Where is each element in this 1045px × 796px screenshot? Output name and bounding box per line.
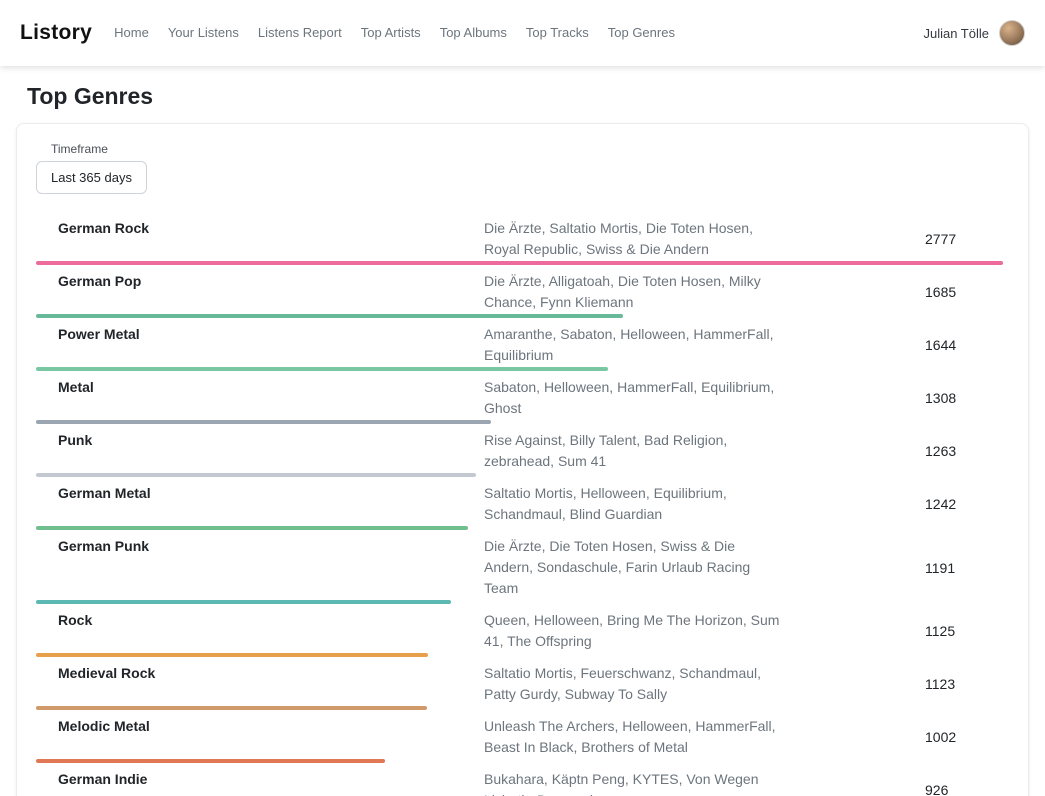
genre-row: Power MetalAmaranthe, Sabaton, Helloween… (36, 318, 1003, 371)
genre-artists: Queen, Helloween, Bring Me The Horizon, … (484, 610, 784, 652)
genre-row: MetalSabaton, Helloween, HammerFall, Equ… (36, 371, 1003, 424)
nav-link-listens-report[interactable]: Listens Report (258, 0, 342, 66)
genre-count: 1685 (925, 284, 1003, 300)
genre-row: PunkRise Against, Billy Talent, Bad Reli… (36, 424, 1003, 477)
genre-artists: Die Ärzte, Die Toten Hosen, Swiss & Die … (484, 536, 784, 599)
genre-row: Medieval RockSaltatio Mortis, Feuerschwa… (36, 657, 1003, 710)
nav-link-top-genres[interactable]: Top Genres (608, 0, 675, 66)
genre-artists: Bukahara, Käptn Peng, KYTES, Von Wegen L… (484, 769, 784, 796)
genre-artists: Sabaton, Helloween, HammerFall, Equilibr… (484, 377, 784, 419)
genre-artists: Amaranthe, Sabaton, Helloween, HammerFal… (484, 324, 784, 366)
genre-name: German Punk (36, 536, 484, 599)
nav-link-your-listens[interactable]: Your Listens (168, 0, 239, 66)
genre-row: German IndieBukahara, Käptn Peng, KYTES,… (36, 763, 1003, 796)
genre-artists: Die Ärzte, Alligatoah, Die Toten Hosen, … (484, 271, 784, 313)
genre-count: 1263 (925, 443, 1003, 459)
nav-link-top-albums[interactable]: Top Albums (440, 0, 507, 66)
page-title: Top Genres (27, 83, 1029, 110)
genre-artists: Saltatio Mortis, Helloween, Equilibrium,… (484, 483, 784, 525)
nav-link-top-artists[interactable]: Top Artists (361, 0, 421, 66)
genre-count: 1644 (925, 337, 1003, 353)
genre-artists: Saltatio Mortis, Feuerschwanz, Schandmau… (484, 663, 784, 705)
genre-count: 1191 (925, 560, 1003, 576)
genre-row: RockQueen, Helloween, Bring Me The Horiz… (36, 604, 1003, 657)
timeframe-control: Timeframe Last 365 days (36, 142, 1003, 194)
timeframe-select[interactable]: Last 365 days (36, 161, 147, 194)
genre-artists: Unleash The Archers, Helloween, HammerFa… (484, 716, 784, 758)
timeframe-label: Timeframe (51, 142, 1003, 156)
genre-count: 1242 (925, 496, 1003, 512)
genre-name: German Metal (36, 483, 484, 525)
genre-row: German PopDie Ärzte, Alligatoah, Die Tot… (36, 265, 1003, 318)
top-navbar: Listory Home Your Listens Listens Report To… (0, 0, 1045, 66)
genre-name: Melodic Metal (36, 716, 484, 758)
genre-name: Medieval Rock (36, 663, 484, 705)
main-content: Top Genres Timeframe Last 365 days Germa… (0, 66, 1045, 796)
genre-name: Metal (36, 377, 484, 419)
genre-name: Punk (36, 430, 484, 472)
genre-artists: Rise Against, Billy Talent, Bad Religion… (484, 430, 784, 472)
genre-name: German Indie (36, 769, 484, 796)
genre-count: 2777 (925, 231, 1003, 247)
genre-artists: Die Ärzte, Saltatio Mortis, Die Toten Ho… (484, 218, 784, 260)
nav-link-home[interactable]: Home (114, 0, 149, 66)
genre-count: 926 (925, 782, 1003, 796)
user-area: Julian Tölle (923, 20, 1025, 46)
genre-row: German RockDie Ärzte, Saltatio Mortis, D… (36, 212, 1003, 265)
genre-table: German RockDie Ärzte, Saltatio Mortis, D… (36, 212, 1003, 796)
genre-row: German PunkDie Ärzte, Die Toten Hosen, S… (36, 530, 1003, 604)
user-avatar[interactable] (999, 20, 1025, 46)
genre-count: 1308 (925, 390, 1003, 406)
top-genres-card: Timeframe Last 365 days German RockDie Ä… (16, 123, 1029, 796)
genre-count: 1125 (925, 623, 1003, 639)
genre-name: German Rock (36, 218, 484, 260)
brand-logo[interactable]: Listory (20, 21, 92, 45)
genre-name: Rock (36, 610, 484, 652)
genre-name: Power Metal (36, 324, 484, 366)
genre-name: German Pop (36, 271, 484, 313)
genre-count: 1123 (925, 676, 1003, 692)
main-nav: Home Your Listens Listens Report Top Artist… (114, 0, 923, 66)
user-name[interactable]: Julian Tölle (923, 26, 989, 41)
genre-count: 1002 (925, 729, 1003, 745)
nav-link-top-tracks[interactable]: Top Tracks (526, 0, 589, 66)
genre-row: Melodic MetalUnleash The Archers, Hellow… (36, 710, 1003, 763)
genre-row: German MetalSaltatio Mortis, Helloween, … (36, 477, 1003, 530)
